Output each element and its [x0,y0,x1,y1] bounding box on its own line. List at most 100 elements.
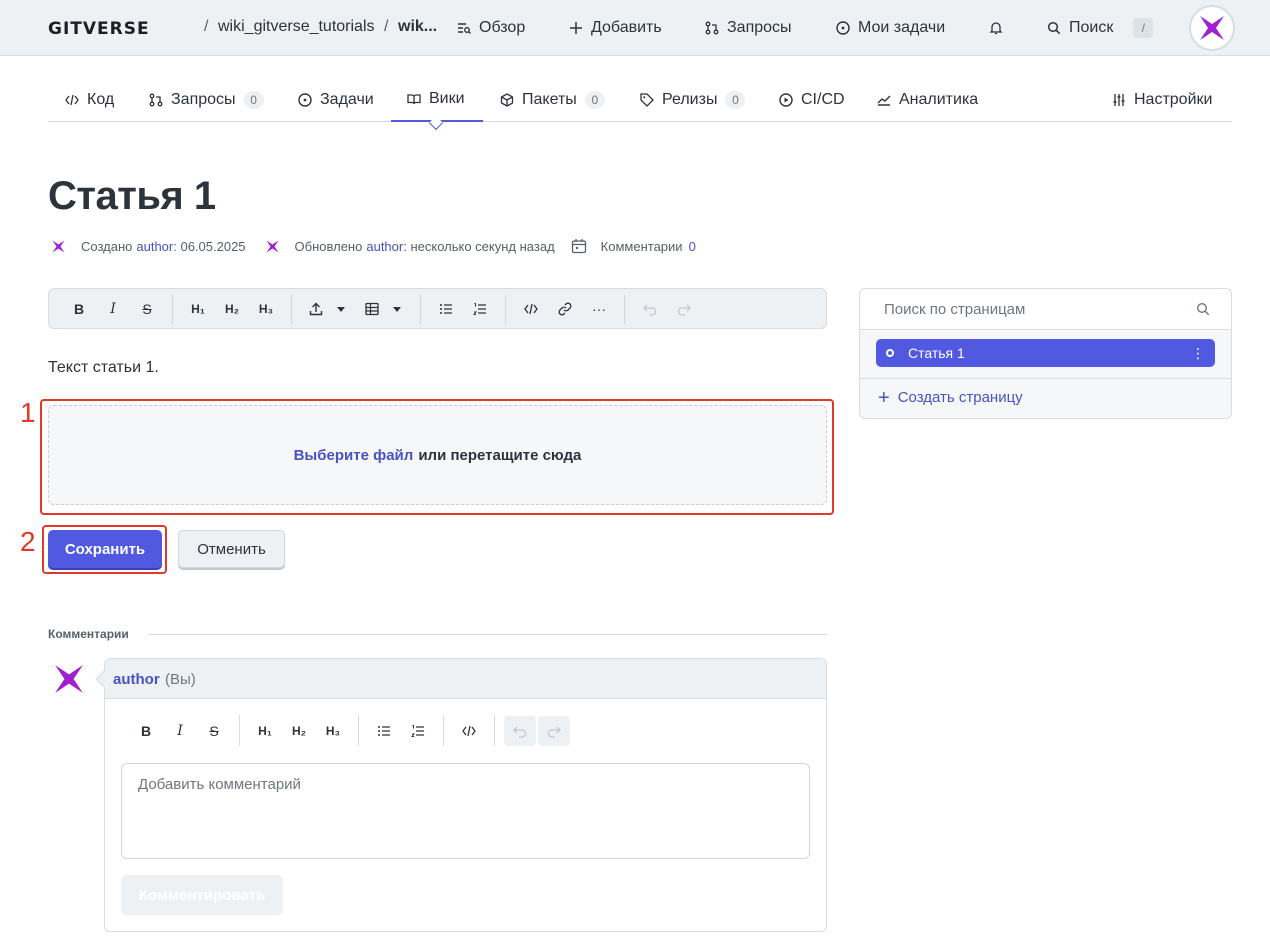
created-author-link[interactable]: author [136,239,173,254]
tab-count-badge: 0 [243,91,264,109]
code-block-button[interactable] [520,299,542,319]
table-button[interactable] [361,299,383,319]
bullet-list-button[interactable] [435,299,457,319]
strikethrough-button[interactable]: S [136,299,158,319]
toolbar-divider [239,715,240,746]
tab-analytics[interactable]: Аналитика [877,78,978,122]
kebab-menu-icon[interactable]: ⋮ [1191,345,1205,362]
tab-releases[interactable]: Релизы 0 [640,78,746,122]
author-avatar-icon [52,240,65,252]
comment-heading3-button[interactable]: H₃ [322,721,344,741]
article-body-text[interactable]: Текст статьи 1. [48,359,159,377]
file-dropzone[interactable]: Выберите файл или перетащите сюда [48,405,827,505]
gitverse-logo[interactable]: GITVERSE [48,19,150,39]
table-dropdown-button[interactable] [386,299,408,319]
sidebar-item-label: Статья 1 [908,345,965,361]
repo-tabs: Код Запросы 0 Задачи Вики Пакеты 0 Релиз… [48,78,1232,122]
updated-author-link[interactable]: author [366,239,403,254]
comment-redo-button[interactable] [538,716,570,746]
plus-icon [570,22,582,34]
undo-icon [513,726,527,738]
tag-icon [640,93,654,107]
upload-icon [309,302,323,316]
comments-label: Комментарии [600,238,683,254]
nav-overview-label: Обзор [479,19,526,36]
search-icon [1047,21,1061,35]
created-date: : 06.05.2025 [173,238,246,254]
comment-numbered-list-button[interactable] [407,721,429,741]
comment-italic-button[interactable]: I [169,721,191,741]
step-marker-1: 1 [20,397,36,428]
sliders-icon [1113,94,1125,106]
issue-icon [836,21,850,35]
tab-count-badge: 0 [725,91,746,109]
save-button[interactable]: Сохранить [48,530,162,568]
link-button[interactable] [554,299,576,319]
nav-search-label: Поиск [1069,19,1114,36]
breadcrumb-repo[interactable]: wiki_gitverse_tutorials [218,18,375,36]
created-label: Создано [81,238,133,254]
nav-overview[interactable]: Обзор [457,17,525,39]
redo-button[interactable] [673,299,695,319]
tab-settings[interactable]: Настройки [1112,78,1212,122]
toolbar-divider [494,715,495,746]
updated-time: : несколько секунд назад [403,238,555,254]
comment-input[interactable]: Добавить комментарий [121,763,810,859]
heading1-button[interactable]: H₁ [187,299,209,319]
code-icon [65,94,79,106]
tab-requests[interactable]: Запросы 0 [149,78,264,122]
nav-add[interactable]: Добавить [569,17,662,39]
comment-strikethrough-button[interactable]: S [203,721,225,741]
nav-search[interactable]: Поиск / [1047,17,1154,39]
comment-heading1-button[interactable]: H₁ [254,721,276,741]
toolbar-divider [172,295,173,324]
tab-label: Вики [429,90,465,107]
nav-my-tasks[interactable]: Мои задачи [836,17,945,39]
wiki-pages-sidebar: Поиск по страницам Статья 1 ⋮ + Создать … [859,288,1232,419]
page-dot-icon [886,349,894,357]
tab-issues[interactable]: Задачи [298,78,374,122]
page-search-input[interactable]: Поиск по страницам [860,289,1231,330]
user-avatar[interactable] [1189,5,1235,51]
sidebar-item-article-1[interactable]: Статья 1 ⋮ [876,339,1215,367]
tab-code[interactable]: Код [65,78,114,122]
comment-author-link[interactable]: author [113,671,160,688]
tab-wiki[interactable]: Вики [391,78,483,122]
toolbar-divider [358,715,359,746]
comment-submit-button[interactable]: Комментировать [121,875,283,915]
comment-heading2-button[interactable]: H₂ [288,721,310,741]
notifications-button[interactable] [989,17,1003,39]
page-meta: Создано author : 06.05.2025 Обновлено au… [52,238,696,254]
tab-packages[interactable]: Пакеты 0 [500,78,605,122]
numbered-list-button[interactable] [469,299,491,319]
comment-bullet-list-button[interactable] [373,721,395,741]
breadcrumb-page[interactable]: wik... [398,18,437,36]
nav-requests[interactable]: Запросы [705,17,792,39]
italic-button[interactable]: I [102,299,124,319]
chart-icon [877,95,891,106]
plus-icon: + [878,386,890,409]
create-page-button[interactable]: + Создать страницу [878,386,1023,409]
tab-label: Релизы [662,91,718,108]
editor-toolbar: B I S H₁ H₂ H₃ ··· [48,288,827,329]
toolbar-divider [624,295,625,324]
heading3-button[interactable]: H₃ [255,299,277,319]
numbered-list-icon [411,725,424,737]
comment-bold-button[interactable]: B [135,721,157,741]
breadcrumb-separator: / [204,18,209,35]
table-icon [365,302,379,316]
cancel-button[interactable]: Отменить [178,530,285,568]
comment-undo-button[interactable] [504,716,536,746]
upload-dropdown-button[interactable] [330,299,352,319]
comments-count[interactable]: 0 [689,239,696,254]
tab-cicd[interactable]: CI/CD [779,78,845,122]
more-options-button[interactable]: ··· [588,299,610,319]
bold-button[interactable]: B [68,299,90,319]
heading2-button[interactable]: H₂ [221,299,243,319]
comment-code-button[interactable] [458,721,480,741]
undo-button[interactable] [639,299,661,319]
tab-label: Пакеты [522,91,577,108]
choose-file-link[interactable]: Выберите файл [294,447,414,464]
pull-request-icon [149,93,163,107]
upload-button[interactable] [305,299,327,319]
